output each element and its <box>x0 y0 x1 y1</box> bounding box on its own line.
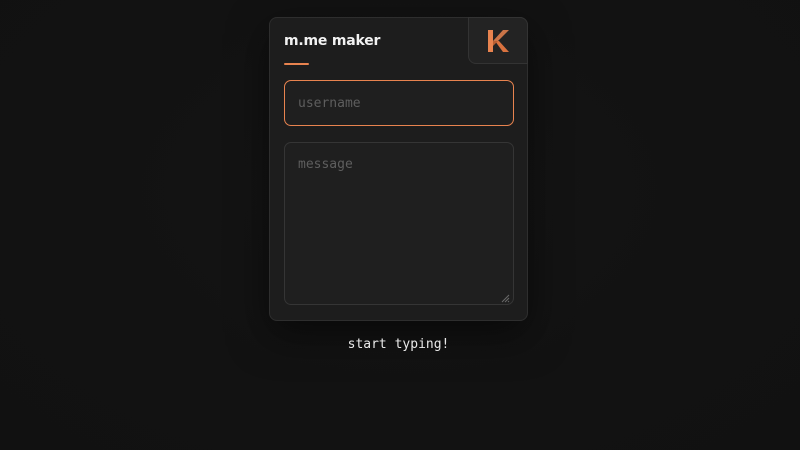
resize-grip-icon[interactable] <box>500 293 510 303</box>
page-background: m.me maker start typing! <box>0 0 800 450</box>
title-underline <box>284 63 309 65</box>
status-message: start typing! <box>347 337 450 352</box>
logo-badge[interactable] <box>468 17 528 64</box>
message-textarea[interactable] <box>284 142 514 305</box>
k-logo-icon <box>488 29 509 52</box>
username-input[interactable] <box>284 80 514 126</box>
app-title: m.me maker <box>284 33 381 49</box>
maker-card: m.me maker <box>269 17 528 321</box>
